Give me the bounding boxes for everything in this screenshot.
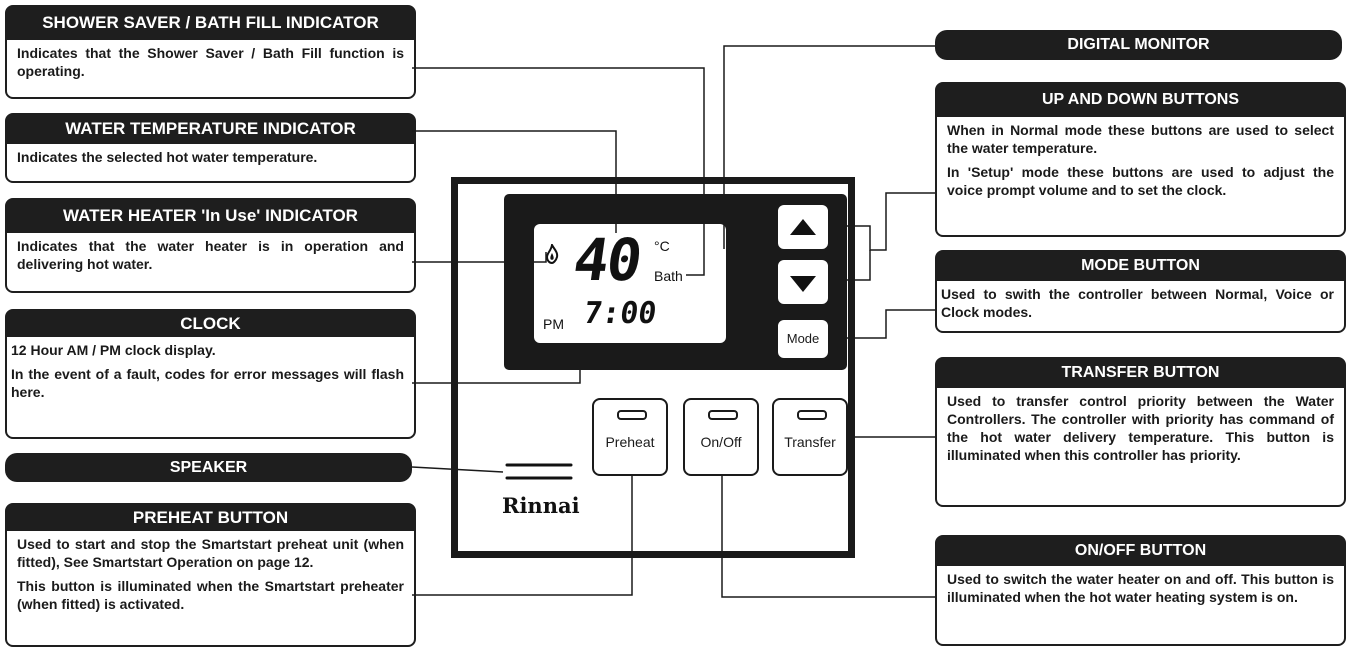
preheat-callout: PREHEAT BUTTON Used to start and stop th… [5, 503, 416, 647]
transfer-callout: TRANSFER BUTTON Used to transfer control… [935, 357, 1346, 507]
preheat-button[interactable]: Preheat [592, 398, 668, 476]
triangle-up-icon [790, 219, 816, 235]
onoff-lamp [708, 410, 738, 420]
onoff-button-label: On/Off [700, 434, 742, 450]
mode-button[interactable]: Mode [776, 318, 830, 360]
onoff-button[interactable]: On/Off [683, 398, 759, 476]
preheat-lamp [617, 410, 647, 420]
transfer-lamp [797, 410, 827, 420]
speaker-callout: SPEAKER [5, 453, 412, 482]
brand-logo: Rinnai [502, 493, 580, 518]
transfer-title: TRANSFER BUTTON [936, 358, 1345, 388]
onoff-callout: ON/OFF BUTTON Used to switch the water h… [935, 535, 1346, 646]
mode-title: MODE BUTTON [936, 251, 1345, 281]
preheat-text-2: This button is illuminated when the Smar… [17, 578, 404, 612]
up-down-text-1: When in Normal mode these buttons are us… [947, 122, 1334, 156]
up-button[interactable] [776, 203, 830, 251]
temperature-unit: °C [654, 238, 670, 254]
ampm-indicator: PM [543, 316, 564, 332]
triangle-down-icon [790, 276, 816, 292]
in-use-title: WATER HEATER 'In Use' INDICATOR [6, 199, 415, 233]
bath-indicator: Bath [654, 268, 683, 284]
transfer-text: Used to transfer control priority betwee… [947, 393, 1334, 463]
preheat-button-label: Preheat [605, 434, 655, 450]
digital-monitor-callout: DIGITAL MONITOR [935, 30, 1342, 60]
in-use-text: Indicates that the water heater is in op… [17, 238, 404, 272]
up-down-title: UP AND DOWN BUTTONS [936, 83, 1345, 117]
up-down-callout: UP AND DOWN BUTTONS When in Normal mode … [935, 82, 1346, 237]
in-use-callout: WATER HEATER 'In Use' INDICATOR Indicate… [5, 198, 416, 293]
speaker-grille [505, 463, 573, 480]
shower-saver-title: SHOWER SAVER / BATH FILL INDICATOR [6, 6, 415, 40]
clock-callout: CLOCK 12 Hour AM / PM clock display. In … [5, 309, 416, 439]
transfer-button[interactable]: Transfer [772, 398, 848, 476]
down-button[interactable] [776, 258, 830, 306]
onoff-text: Used to switch the water heater on and o… [947, 571, 1334, 605]
onoff-title: ON/OFF BUTTON [936, 536, 1345, 566]
temperature-readout: 40 [569, 226, 645, 294]
water-temp-text: Indicates the selected hot water tempera… [17, 149, 318, 165]
transfer-button-label: Transfer [784, 434, 836, 450]
flame-icon [545, 244, 559, 264]
mode-text: Used to swith the controller between Nor… [941, 286, 1334, 320]
clock-title: CLOCK [6, 310, 415, 337]
water-temp-callout: WATER TEMPERATURE INDICATOR Indicates th… [5, 113, 416, 183]
water-temp-title: WATER TEMPERATURE INDICATOR [6, 114, 415, 144]
mode-callout: MODE BUTTON Used to swith the controller… [935, 250, 1346, 333]
up-down-text-2: In 'Setup' mode these buttons are used t… [947, 164, 1334, 198]
shower-saver-text: Indicates that the Shower Saver / Bath F… [17, 45, 404, 79]
mode-button-label: Mode [786, 331, 820, 346]
clock-readout: 7:00 [581, 296, 659, 331]
clock-text-2: In the event of a fault, codes for error… [11, 366, 404, 400]
shower-saver-callout: SHOWER SAVER / BATH FILL INDICATOR Indic… [5, 5, 416, 99]
digital-monitor: 40 °C Bath PM 7:00 [534, 224, 726, 343]
clock-text-1: 12 Hour AM / PM clock display. [11, 342, 216, 358]
preheat-title: PREHEAT BUTTON [6, 504, 415, 531]
preheat-text-1: Used to start and stop the Smartstart pr… [17, 536, 404, 570]
